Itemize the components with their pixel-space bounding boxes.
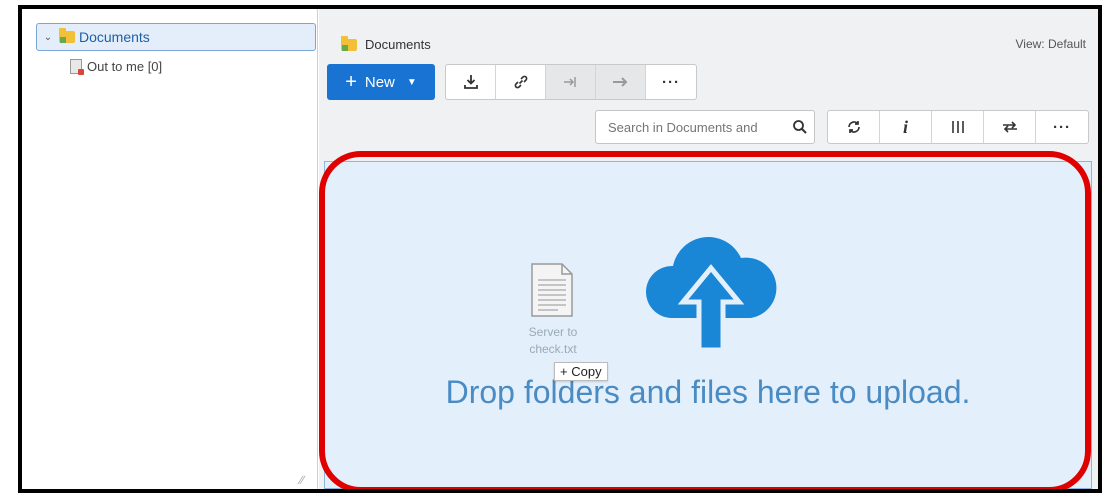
view-toolbar: i ···: [827, 110, 1089, 144]
more-view-options-button[interactable]: ···: [1036, 111, 1088, 143]
link-button[interactable]: [496, 65, 546, 99]
breadcrumb: Documents: [337, 35, 431, 52]
tree-item-out-to-me[interactable]: Out to me [0]: [70, 59, 163, 75]
sync-button[interactable]: [984, 111, 1036, 143]
plus-icon: +: [345, 71, 357, 93]
dragged-file-label: Server to check.txt: [528, 325, 578, 356]
link-icon: [514, 75, 527, 89]
move-button[interactable]: [596, 65, 646, 99]
caret-down-icon: ▼: [406, 76, 417, 88]
upload-dropzone[interactable]: Server to check.txt Drop folders and fil…: [324, 161, 1092, 489]
main-panel: Documents View: Default + New ▼ ··· Sear…: [319, 9, 1098, 489]
checked-out-document-icon: [70, 59, 84, 75]
folder-icon: [59, 28, 75, 43]
view-label[interactable]: View: Default: [1016, 37, 1086, 51]
download-button[interactable]: [446, 65, 496, 99]
plus-icon: +: [560, 364, 568, 379]
folder-tree: ⌄ Documents Out to me [0] ∕∕: [22, 9, 318, 489]
more-actions-button[interactable]: ···: [646, 65, 696, 99]
resize-grip-icon[interactable]: ∕∕: [300, 473, 314, 487]
info-icon: i: [902, 116, 908, 137]
tree-item-label: Documents: [79, 29, 150, 45]
columns-icon: [951, 121, 964, 133]
download-icon: [463, 75, 478, 89]
drop-instructions: Drop folders and files here to upload.: [445, 374, 971, 410]
chevron-down-icon[interactable]: ⌄: [41, 32, 55, 43]
search-icon[interactable]: [792, 119, 808, 135]
new-button[interactable]: + New ▼: [327, 64, 435, 100]
cloud-upload-icon: [645, 237, 777, 352]
swap-icon: [1002, 121, 1017, 133]
more-icon: ···: [1053, 118, 1071, 136]
more-icon: ···: [662, 73, 680, 91]
checkin-button[interactable]: [546, 65, 596, 99]
app-frame: ⌄ Documents Out to me [0] ∕∕ Documents V…: [18, 5, 1102, 493]
action-toolbar: ···: [445, 64, 697, 100]
copy-tooltip: + Copy: [554, 362, 608, 381]
text-file-icon: [531, 263, 573, 317]
folder-icon: [341, 35, 357, 51]
columns-button[interactable]: [932, 111, 984, 143]
refresh-icon: [847, 121, 860, 133]
search-input[interactable]: [606, 118, 788, 136]
search-box[interactable]: [595, 110, 815, 144]
arrow-right-icon: [612, 77, 627, 87]
checkin-icon: [563, 77, 576, 87]
info-button[interactable]: i: [880, 111, 932, 143]
breadcrumb-label: Documents: [365, 37, 431, 52]
new-button-label: New: [364, 73, 395, 91]
tree-item-documents[interactable]: ⌄ Documents: [36, 23, 316, 51]
tree-item-label: Out to me [0]: [87, 59, 163, 74]
refresh-button[interactable]: [828, 111, 880, 143]
